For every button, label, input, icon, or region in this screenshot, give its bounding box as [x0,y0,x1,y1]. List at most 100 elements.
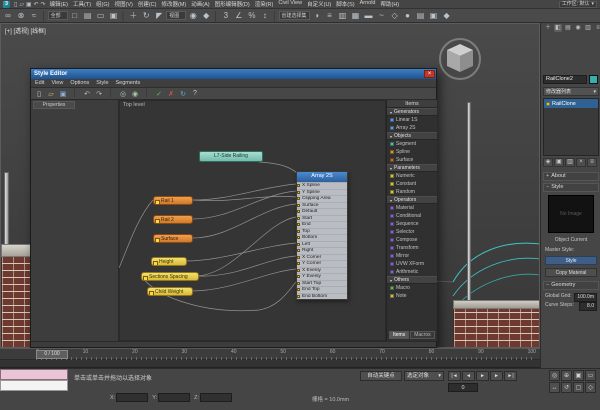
maxscript-mini-listener-script-line[interactable] [0,380,68,391]
go-to-end-icon[interactable]: ►| [504,371,517,381]
undo-icon[interactable]: ↶ [34,1,39,8]
validate-style-icon[interactable]: ✓ [154,89,164,99]
object-color-swatch[interactable] [589,75,598,84]
input-socket-icon[interactable] [297,191,300,194]
menu-item[interactable]: 图形编辑器(D) [215,0,250,8]
unlink-icon[interactable]: ⊗ [15,10,27,22]
menu-item[interactable]: 创建(C) [138,0,157,8]
item-list-row[interactable]: Array 2S [387,124,437,132]
render-production-icon[interactable]: ◆ [441,10,453,22]
item-list-row[interactable]: Sequence [387,220,437,228]
select-link-icon[interactable]: ∞ [2,10,14,22]
menu-item[interactable]: 自定义(U) [307,0,331,8]
item-list-row[interactable]: Arithmetic [387,268,437,276]
item-list-row[interactable]: Generators [387,108,437,116]
fov-icon[interactable]: ◇ [585,382,596,393]
parameter-value-field[interactable]: 100.0m [574,293,597,302]
new-style-icon[interactable]: ▯ [34,89,44,99]
item-list-row[interactable]: Operators [387,196,437,204]
menu-item[interactable]: Segments [116,80,141,86]
input-socket-icon[interactable] [297,223,300,226]
menu-item[interactable]: 视图(V) [115,0,133,8]
hierarchy-tab-icon[interactable]: ▤ [564,24,572,32]
open-style-icon[interactable]: ▱ [46,89,56,99]
input-socket-icon[interactable] [297,262,300,265]
time-slider-handle[interactable]: 0 / 100 [36,350,68,359]
input-socket-icon[interactable] [297,184,300,187]
undo-icon[interactable]: ↶ [82,89,92,99]
menu-item[interactable]: Civil View [278,0,302,8]
item-list-row[interactable]: Macro [387,284,437,292]
selection-filter-dropdown[interactable]: 全部 [48,10,68,22]
select-manipulate-icon[interactable]: ◆ [200,10,212,22]
open-file-icon[interactable]: ▱ [19,1,24,8]
item-list-row[interactable]: Mirror [387,252,437,260]
select-rotate-icon[interactable]: ↻ [140,10,152,22]
pin-stack-icon[interactable]: ◈ [543,158,553,167]
rendered-frame-icon[interactable]: ▣ [428,10,440,22]
object-name-field[interactable]: RailClone2 [543,75,587,84]
viewport-label[interactable]: [+] [透视] [线框] [5,26,46,35]
rollout-geometry[interactable]: −Geometry [543,281,599,290]
zoom-extents-icon[interactable]: ◎ [118,89,128,99]
zoom-region-icon[interactable]: ▭ [585,370,596,381]
close-icon[interactable]: × [424,70,435,78]
scene-explorer-icon[interactable]: ▥ [337,10,349,22]
copy-material-button[interactable]: Copy Material [545,268,597,277]
motion-tab-icon[interactable]: ◉ [574,24,582,32]
material-editor-icon[interactable]: ● [402,10,414,22]
input-socket-icon[interactable] [297,236,300,239]
window-crossing-icon[interactable]: ▣ [108,10,120,22]
time-slider[interactable]: 0102030405060708090100 0 / 100 [0,348,540,360]
item-list-row[interactable]: Conditional [387,212,437,220]
ribbon-toggle-icon[interactable]: ▬ [363,10,375,22]
menu-item[interactable]: Edit [35,80,44,86]
input-socket-icon[interactable] [297,295,300,298]
input-socket-icon[interactable] [297,204,300,207]
item-list-row[interactable]: Spline [387,148,437,156]
snaps-3d-icon[interactable]: 3 [220,10,232,22]
show-end-result-icon[interactable]: ▣ [554,158,564,167]
menu-item[interactable]: View [51,80,63,86]
item-list-row[interactable]: Objects [387,132,437,140]
input-socket-icon[interactable] [297,217,300,220]
item-list-row[interactable]: Constant [387,180,437,188]
input-socket-icon[interactable] [297,275,300,278]
select-by-name-icon[interactable]: ▤ [82,10,94,22]
previous-frame-icon[interactable]: ◄ [462,371,475,381]
remove-modifier-icon[interactable]: × [576,158,586,167]
window-title[interactable]: Style Editor [31,69,436,79]
input-socket-icon[interactable] [297,256,300,259]
modifier-list-dropdown[interactable]: 修改器列表 ▾ [543,87,599,96]
menu-item[interactable]: 编辑(E) [50,0,68,8]
menu-item[interactable]: 修改器(M) [161,0,186,8]
select-object-icon[interactable]: □ [69,10,81,22]
parameter-value-field[interactable]: 8.0 [579,302,597,311]
bind-spacewarp-icon[interactable]: ≈ [28,10,40,22]
go-to-start-icon[interactable]: |◄ [448,371,461,381]
menu-item[interactable]: Arnold [360,0,376,8]
input-socket-icon[interactable] [297,249,300,252]
rollout-about[interactable]: +About [543,172,599,181]
pan-icon[interactable]: ↔ [549,382,560,393]
menu-item[interactable]: 动画(A) [191,0,209,8]
auto-key-button[interactable]: 自动关键点 [360,371,402,381]
region-shape-icon[interactable]: ▭ [95,10,107,22]
menu-item[interactable]: 渲染(R) [255,0,274,8]
generator-input-row[interactable]: End Bottom [297,293,347,300]
menu-item[interactable]: Style [96,80,108,86]
zoom-selected-icon[interactable]: ◉ [130,89,140,99]
workspace-selector[interactable]: 工作区: 默认 ▾ [559,1,597,8]
create-tab-icon[interactable]: ＋ [544,24,552,32]
axis-field[interactable]: X: [110,393,148,402]
input-socket-icon[interactable] [297,197,300,200]
select-scale-icon[interactable]: ◤ [153,10,165,22]
orbit-icon[interactable]: ↺ [561,382,572,393]
input-socket-icon[interactable] [297,230,300,233]
item-list-row[interactable]: Selector [387,228,437,236]
menu-item[interactable]: 工具(T) [73,0,91,8]
curve-editor-icon[interactable]: ~ [376,10,388,22]
auto-update-icon[interactable]: ↻ [178,89,188,99]
save-style-icon[interactable]: ▣ [58,89,68,99]
node-title[interactable]: Array 2S [297,172,347,182]
